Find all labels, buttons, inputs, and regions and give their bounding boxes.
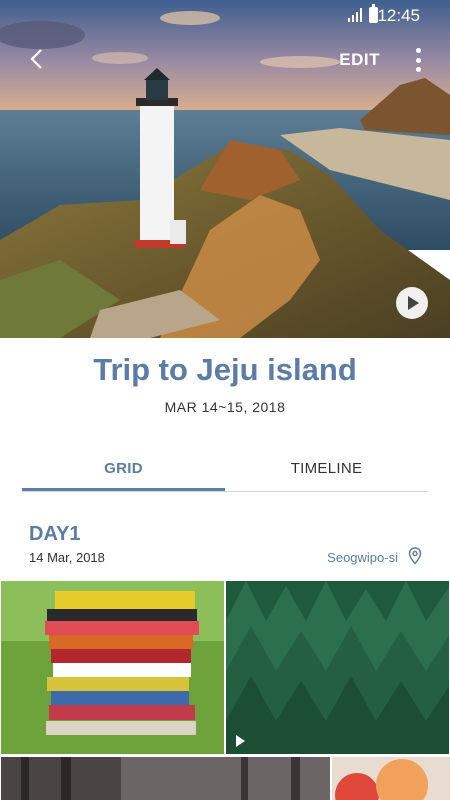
photo-thumbnail[interactable] [1, 581, 224, 754]
photo-thumbnail[interactable] [1, 757, 330, 800]
tab-timeline[interactable]: TIMELINE [225, 450, 428, 491]
foggy-trees-image [1, 757, 330, 800]
video-play-icon [236, 735, 245, 747]
lighthouse-cover-image [0, 0, 450, 338]
edit-button[interactable]: EDIT [339, 50, 380, 70]
view-tabs: GRID TIMELINE [22, 450, 428, 492]
location-pin-icon[interactable] [408, 547, 422, 565]
photo-thumbnail[interactable] [332, 757, 450, 800]
day-date: 14 Mar, 2018 [29, 550, 105, 565]
video-thumbnail[interactable] [226, 581, 449, 754]
status-bar: 12:45 [0, 0, 450, 32]
status-time: 12:45 [377, 6, 420, 25]
balloons-image [332, 757, 450, 800]
cover-photo[interactable]: 12:45 EDIT [0, 0, 450, 338]
forest-image [226, 581, 449, 754]
tab-grid[interactable]: GRID [22, 450, 225, 491]
back-button[interactable] [22, 44, 52, 74]
day-title: DAY1 [29, 523, 81, 545]
album-dates: MAR 14~15, 2018 [164, 399, 286, 415]
more-options-icon[interactable] [414, 48, 422, 72]
signal-icon [348, 8, 362, 22]
books-image [1, 581, 224, 754]
album-title: Trip to Jeju island [93, 352, 357, 387]
back-arrow-icon [30, 49, 42, 69]
day-location[interactable]: Seogwipo-si [327, 550, 398, 565]
play-button[interactable] [396, 287, 428, 319]
